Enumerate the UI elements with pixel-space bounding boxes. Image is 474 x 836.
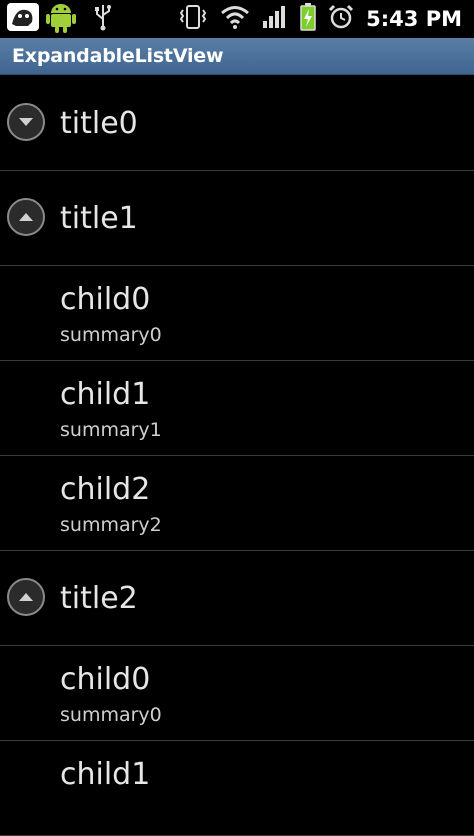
alarm-icon [328, 4, 354, 34]
signal-icon [262, 5, 288, 33]
child-summary: summary2 [60, 514, 162, 536]
group-title: title0 [60, 106, 138, 141]
child-title: child1 [60, 757, 151, 792]
child-row[interactable]: child1 summary1 [0, 361, 474, 456]
group-row-title2[interactable]: title2 [0, 551, 474, 646]
expand-indicator-icon [7, 103, 45, 141]
child-row[interactable]: child0 summary0 [0, 266, 474, 361]
collapse-indicator-icon [7, 198, 45, 236]
child-summary: summary0 [60, 324, 162, 346]
child-row[interactable]: child2 summary2 [0, 456, 474, 551]
usb-icon [94, 3, 112, 35]
group-row-title1[interactable]: title1 [0, 171, 474, 266]
app-title: ExpandableListView [12, 45, 224, 67]
battery-charging-icon [300, 3, 316, 35]
child-summary: summary0 [60, 704, 162, 726]
app-title-bar: ExpandableListView [0, 38, 474, 75]
child-title: child0 [60, 282, 151, 317]
group-title: title2 [60, 581, 138, 616]
expandable-list: title0 title1 child0 summary0 child1 sum… [0, 76, 474, 836]
notification-icon [6, 2, 40, 36]
status-time: 5:43 PM [366, 7, 462, 31]
group-title: title1 [60, 201, 138, 236]
wifi-icon [220, 5, 250, 33]
vibrate-icon [178, 4, 208, 34]
child-summary: summary1 [60, 419, 162, 441]
android-icon [46, 0, 76, 38]
status-bar: 5:43 PM [0, 0, 474, 38]
child-row[interactable]: child0 summary0 [0, 646, 474, 741]
collapse-indicator-icon [7, 578, 45, 616]
child-title: child1 [60, 377, 151, 412]
child-title: child0 [60, 662, 151, 697]
child-title: child2 [60, 472, 151, 507]
child-row[interactable]: child1 [0, 741, 474, 836]
group-row-title0[interactable]: title0 [0, 76, 474, 171]
